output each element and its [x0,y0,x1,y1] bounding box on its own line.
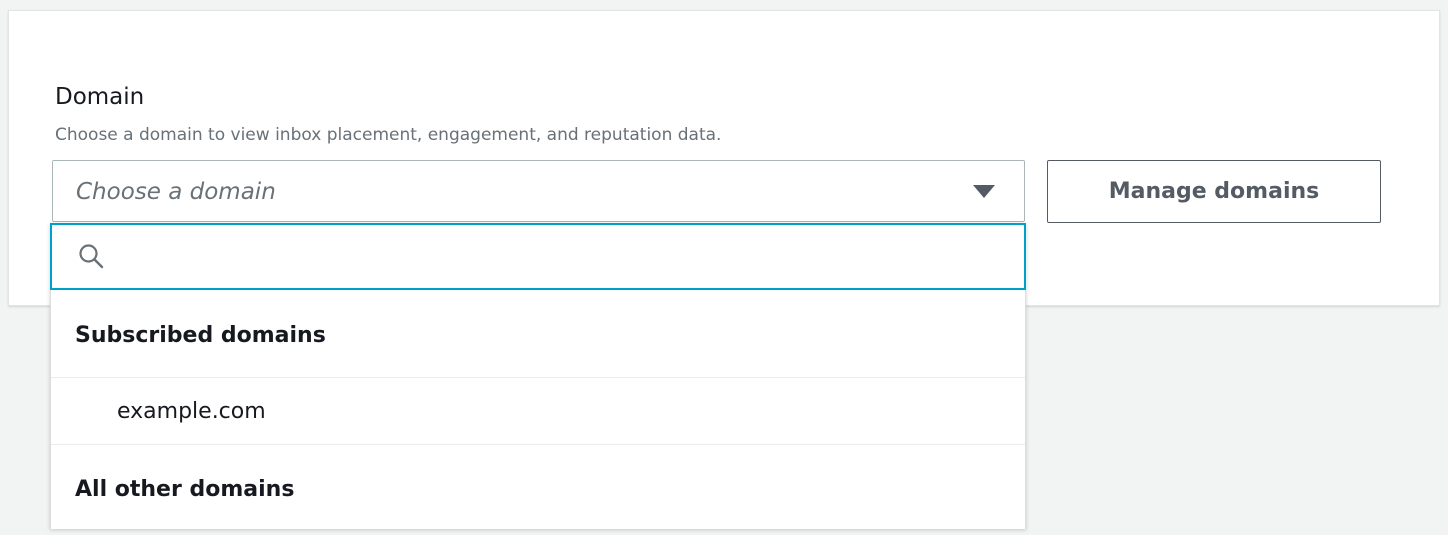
domain-search-box[interactable] [50,223,1026,290]
domain-label: Domain [55,84,145,110]
search-icon [79,244,104,269]
caret-down-icon [973,185,995,198]
domain-search-input[interactable] [120,233,1014,281]
group-header-subscribed-domains: Subscribed domains [51,290,1025,378]
domain-dropdown-menu: Subscribed domains example.com All other… [50,223,1026,529]
domain-select-placeholder: Choose a domain [76,179,276,205]
domain-description: Choose a domain to view inbox placement,… [55,125,722,145]
domain-select[interactable]: Choose a domain [52,160,1025,222]
group-header-all-other-domains: All other domains [75,477,295,502]
manage-domains-button[interactable]: Manage domains [1047,160,1381,223]
domain-option-example-com[interactable]: example.com [51,379,1025,445]
